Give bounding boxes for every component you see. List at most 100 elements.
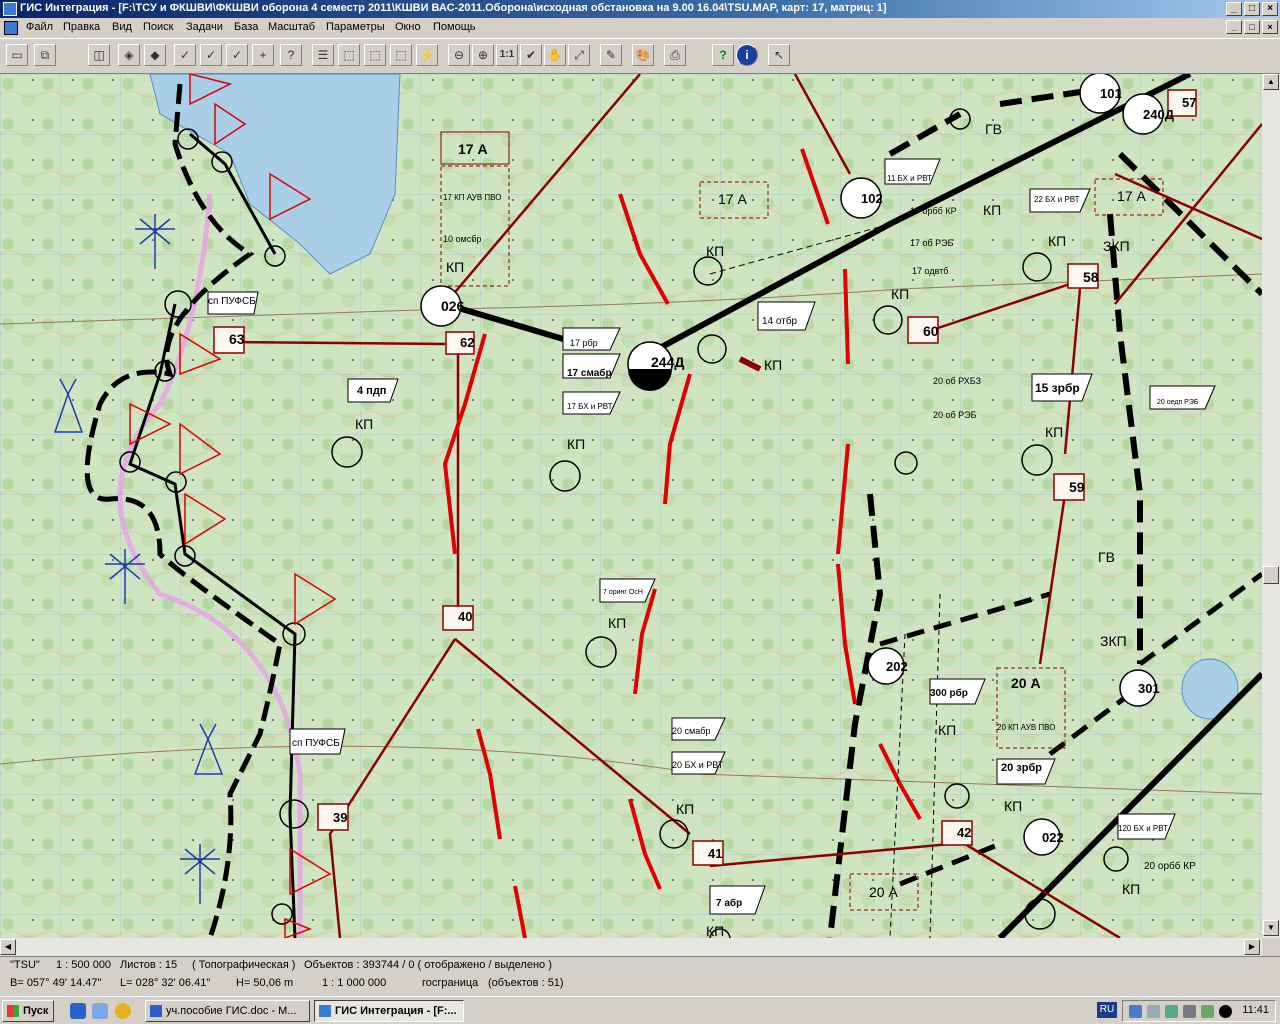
print-icon[interactable]: ⎙ <box>664 44 686 66</box>
new-window-icon[interactable]: ⧉ <box>34 44 56 66</box>
menu-view[interactable]: Вид <box>112 21 132 33</box>
pick-query-icon[interactable]: ✓ <box>226 44 248 66</box>
antivirus-icon[interactable] <box>1165 1005 1178 1018</box>
map-unit-label[interactable]: 026 <box>441 298 465 314</box>
menu-edit[interactable]: Правка <box>63 21 100 33</box>
map-unit-label[interactable]: КП <box>1122 881 1140 897</box>
map-unit-label[interactable]: 59 <box>1069 479 1085 495</box>
map-unit-label[interactable]: сп ПУФСБ <box>208 296 256 307</box>
menu-parameters[interactable]: Параметры <box>326 21 385 33</box>
menu-file[interactable]: Файл <box>26 21 53 33</box>
map-drawing[interactable]: 17 А 17 КП АУВ ПВО 10 омсбр КП 026 62 63 сп ПУФ… <box>0 74 1262 938</box>
map-unit-label[interactable]: 17 А <box>1117 188 1146 204</box>
map-unit-label[interactable]: 20 оедп РЭБ <box>1157 399 1199 406</box>
map-unit-label[interactable]: 17 А <box>718 191 747 207</box>
scroll-left-arrow-icon[interactable]: ◀ <box>0 939 16 955</box>
network-icon[interactable] <box>1129 1005 1142 1018</box>
map-unit-label[interactable]: 244Д <box>651 354 684 370</box>
edit-icon[interactable]: ✎ <box>600 44 622 66</box>
select-frame-icon[interactable]: ⬚ <box>338 44 360 66</box>
map-unit-label[interactable]: ГВ <box>985 121 1002 137</box>
map-unit-label[interactable]: 20 об РХБЗ <box>933 376 981 386</box>
map-unit-label[interactable]: 14 отбр <box>762 315 798 327</box>
map-unit-label[interactable]: 17 одвтб <box>912 266 948 276</box>
vertical-scrollbar[interactable]: ▲ ▼ <box>1262 74 1280 938</box>
map-unit-label[interactable]: 17 А <box>458 141 488 157</box>
doc-restore-button[interactable]: □ <box>1244 20 1260 34</box>
map-unit-label[interactable]: 20 орбб КР <box>1144 860 1196 872</box>
list-icon[interactable]: ☰ <box>312 44 334 66</box>
map-unit-label[interactable]: 39 <box>333 810 347 825</box>
map-unit-label[interactable]: сп ПУФСБ <box>292 738 340 749</box>
horizontal-scrollbar[interactable]: ◀ ▶ <box>0 938 1262 956</box>
open-icon[interactable]: ▭ <box>6 44 28 66</box>
map-unit-label[interactable]: КП <box>1048 233 1066 249</box>
map-unit-label[interactable]: 301 <box>1138 681 1160 696</box>
scale-1-1-icon[interactable]: 1:1 <box>496 44 518 66</box>
map-unit-label[interactable]: 17 смабр <box>567 367 612 379</box>
scroll-right-arrow-icon[interactable]: ▶ <box>1244 939 1260 955</box>
zoom-fit-icon[interactable]: ⤢ <box>568 44 590 66</box>
map-canvas[interactable]: 17 А 17 КП АУВ ПВО 10 омсбр КП 026 62 63 сп ПУФ… <box>0 74 1262 938</box>
task-word-document[interactable]: уч.пособие ГИС.doc - M... <box>145 1000 310 1022</box>
map-unit-label[interactable]: ЗКП <box>1100 633 1127 649</box>
map-unit-label[interactable]: 20 КП АУВ ПВО <box>997 723 1055 732</box>
map-unit-label[interactable]: КП <box>938 722 956 738</box>
map-unit-label[interactable]: КП <box>764 357 782 373</box>
map-unit-label[interactable]: 17 рбр <box>570 338 598 348</box>
map-unit-label[interactable]: ГВ <box>1098 549 1115 565</box>
map-unit-label[interactable]: КП <box>446 259 464 275</box>
map-unit-label[interactable]: 022 <box>1042 830 1064 845</box>
map-unit-label[interactable]: 7 абр <box>716 897 742 909</box>
map-unit-label[interactable]: КП <box>706 923 724 938</box>
clock-app-icon[interactable] <box>115 1003 131 1019</box>
volume-icon[interactable] <box>1183 1005 1196 1018</box>
map-unit-label[interactable]: 20 БХ и РВТ <box>672 760 724 770</box>
map-unit-label[interactable]: 10 омсбр <box>443 234 481 244</box>
map-unit-label[interactable]: 40 <box>458 609 472 624</box>
security-icon[interactable] <box>1201 1005 1214 1018</box>
map-unit-label[interactable]: 11 БХ и РВТ <box>887 174 932 183</box>
map-unit-label[interactable]: 15 зрбр <box>1035 381 1080 395</box>
select-zoom-icon[interactable]: ⬚ <box>390 44 412 66</box>
map-unit-label[interactable]: КП <box>706 243 724 259</box>
language-indicator[interactable]: RU <box>1097 1002 1117 1018</box>
map-unit-label[interactable]: 17 БХ и РВТ <box>567 402 613 411</box>
pointer-help-icon[interactable]: ↖ <box>768 44 790 66</box>
doc-close-button[interactable]: × <box>1262 20 1278 34</box>
map-unit-label[interactable]: 102 <box>861 191 883 206</box>
zoom-in-icon[interactable]: ⊕ <box>472 44 494 66</box>
status-icon[interactable] <box>1219 1005 1232 1018</box>
map-unit-label[interactable]: 57 <box>1182 95 1196 110</box>
document-icon[interactable] <box>4 21 18 35</box>
map-unit-label[interactable]: КП <box>567 436 585 452</box>
map-unit-label[interactable]: 20 А <box>1011 675 1041 691</box>
map-unit-label[interactable]: 22 БХ и РВТ <box>1034 195 1080 204</box>
close-button[interactable]: × <box>1262 2 1278 16</box>
menu-scale[interactable]: Масштаб <box>268 21 315 33</box>
map-unit-label[interactable]: КП <box>676 801 694 817</box>
zoom-out-icon[interactable]: ⊖ <box>448 44 470 66</box>
info-icon[interactable]: i <box>736 44 758 66</box>
tray-app-icon[interactable] <box>1147 1005 1160 1018</box>
minimize-button[interactable]: _ <box>1226 2 1242 16</box>
map-unit-label[interactable]: ЗКП <box>1103 238 1130 254</box>
map-unit-label[interactable]: 20 зрбр <box>1001 762 1042 774</box>
menu-search[interactable]: Поиск <box>143 21 173 33</box>
internet-explorer-icon[interactable] <box>70 1003 86 1019</box>
title-bar[interactable]: ГИС Интеграция - [F:\ТСУ и ФКШВИ\ФКШВИ о… <box>0 0 1280 18</box>
select-all-icon[interactable]: ⬚ <box>364 44 386 66</box>
map-unit-label[interactable]: КП <box>608 615 626 631</box>
map-unit-label[interactable]: 7 оринг ОсН <box>603 589 643 596</box>
map-unit-label[interactable]: 202 <box>886 659 908 674</box>
lightning-icon[interactable]: ⚡ <box>416 44 438 66</box>
map-unit-label[interactable]: КП <box>355 416 373 432</box>
pick-add-icon[interactable]: ✓ <box>200 44 222 66</box>
map-unit-label[interactable]: 42 <box>957 825 971 840</box>
map-unit-label[interactable]: 17 орбб КР <box>910 206 957 216</box>
menu-tasks[interactable]: Задачи <box>186 21 223 33</box>
layers-icon[interactable]: ◫ <box>88 44 110 66</box>
pick-all-icon[interactable]: ◆ <box>144 44 166 66</box>
map-unit-label[interactable]: 41 <box>708 846 722 861</box>
pan-hand-icon[interactable]: ✋ <box>544 44 566 66</box>
